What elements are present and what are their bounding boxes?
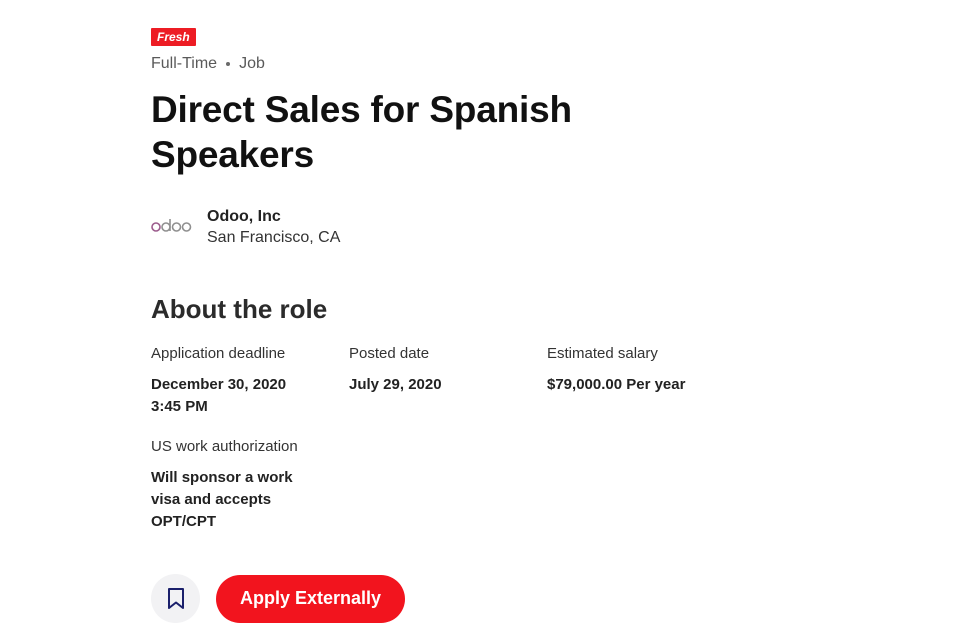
detail-value: December 30, 2020 3:45 PM [151, 376, 287, 415]
employer-name[interactable]: Odoo, Inc [207, 207, 340, 227]
job-actions: Apply Externally [151, 574, 406, 623]
employer-logo [151, 219, 192, 232]
job-header: Fresh Full-Time Job Direct Sales for Spa… [151, 28, 851, 533]
detail-label: US work authorization [151, 438, 298, 455]
employer-info: Odoo, Inc San Francisco, CA [207, 207, 340, 249]
bookmark-icon [167, 587, 184, 609]
detail-label: Posted date [349, 345, 430, 362]
about-role-heading: About the role [151, 294, 328, 324]
employment-type: Full-Time [151, 55, 218, 72]
job-posting-page: Fresh Full-Time Job Direct Sales for Spa… [0, 0, 969, 636]
detail-value: $79,000.00 Per year [547, 376, 686, 393]
job-title: Direct Sales for Spanish Speakers [151, 89, 572, 175]
detail-posted-date: Posted date July 29, 2020 [349, 344, 547, 418]
employer-block[interactable]: Odoo, Inc San Francisco, CA [151, 207, 851, 249]
bookmark-button[interactable] [151, 574, 200, 623]
employer-location: San Francisco, CA [207, 229, 341, 246]
job-meta: Full-Time Job [151, 55, 851, 73]
detail-value: Will sponsor a work visa and accepts OPT… [151, 469, 293, 530]
detail-estimated-salary: Estimated salary $79,000.00 Per year [547, 344, 767, 418]
detail-value: July 29, 2020 [349, 376, 442, 393]
detail-work-authorization: US work authorization Will sponsor a wor… [151, 437, 349, 533]
role-details-grid: Application deadline December 30, 2020 3… [151, 344, 851, 533]
apply-externally-button[interactable]: Apply Externally [216, 574, 406, 623]
detail-label: Application deadline [151, 345, 286, 362]
detail-application-deadline: Application deadline December 30, 2020 3… [151, 344, 349, 418]
separator-dot [226, 62, 231, 66]
detail-label: Estimated salary [547, 345, 658, 362]
job-category: Job [239, 55, 265, 72]
fresh-badge: Fresh [151, 28, 196, 46]
